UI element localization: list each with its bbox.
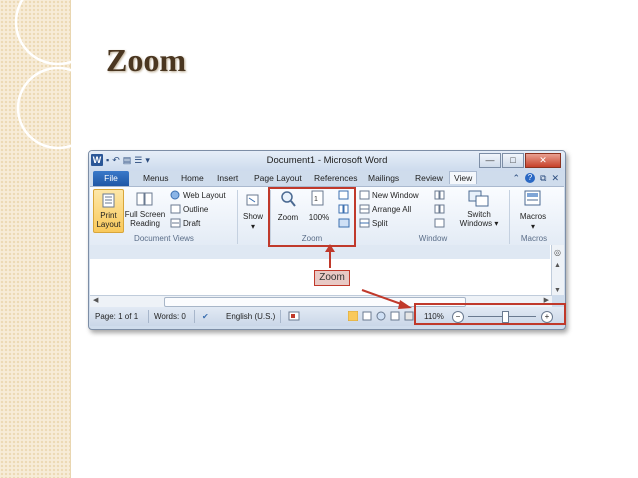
zoom-callout-label: Zoom: [314, 270, 350, 286]
annotation-arrows: [325, 244, 412, 309]
